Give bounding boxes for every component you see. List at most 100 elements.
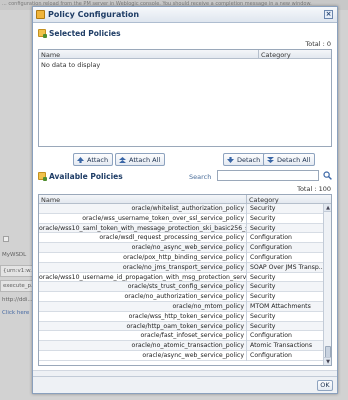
table-row[interactable]: oracle/no_mtom_policy MTOM Attachments <box>39 301 323 312</box>
policy-icon <box>36 10 45 19</box>
selected-policies-table[interactable]: Name Category No data to display <box>38 49 332 147</box>
policy-category-cell: Security <box>250 205 276 212</box>
up-arrow-icon <box>77 157 84 163</box>
cell-divider <box>246 321 247 332</box>
cell-divider <box>246 282 247 293</box>
selected-empty-text: No data to display <box>41 61 101 69</box>
cell-divider <box>246 233 247 244</box>
cell-divider <box>246 350 247 361</box>
policy-name-cell: oracle/wss_http_token_service_policy <box>128 312 244 320</box>
policy-name-cell: oracle/sts_trust_config_service_policy <box>127 283 244 291</box>
column-divider[interactable] <box>258 50 259 59</box>
selected-col-name[interactable]: Name <box>41 51 60 59</box>
cell-divider <box>246 243 247 254</box>
dialog-title: Policy Configuration <box>48 10 140 19</box>
attach-all-button[interactable]: Attach All <box>115 153 166 166</box>
policy-category-cell: Security <box>250 214 276 222</box>
dialog-titlebar[interactable]: Policy Configuration × <box>33 7 337 23</box>
attach-label: Attach <box>87 156 109 164</box>
policy-category-cell: Configuration <box>250 351 292 359</box>
down-arrow-icon <box>227 157 234 163</box>
table-row[interactable]: oracle/no_async_web_service_policy Config… <box>39 243 323 254</box>
table-row[interactable]: oracle/pox_http_binding_service_policy Co… <box>39 252 323 263</box>
policy-category-cell: SOAP Over JMS Transp... <box>250 263 323 271</box>
policy-category-cell: MTOM Attachments <box>250 302 311 310</box>
policy-category-cell: Configuration <box>250 253 292 261</box>
selected-policies-title: Selected Policies <box>49 29 121 38</box>
policy-name-cell: oracle/wss10_saml_token_with_message_pro… <box>39 224 246 232</box>
available-col-category[interactable]: Category <box>249 196 279 204</box>
cell-divider <box>246 213 247 224</box>
policy-category-cell: Security <box>250 283 276 291</box>
table-row[interactable]: oracle/no_authorization_service_policy Se… <box>39 292 323 303</box>
policy-category-cell: Configuration <box>250 234 292 242</box>
table-row[interactable]: oracle/no_atomic_transaction_policy Atomi… <box>39 341 323 352</box>
cell-divider <box>246 204 247 214</box>
attach-all-label: Attach All <box>129 156 161 164</box>
policy-list-icon <box>38 29 47 38</box>
detach-label: Detach <box>237 156 261 164</box>
policy-name-cell: oracle/no_mtom_policy <box>172 302 244 310</box>
policy-name-cell: oracle/pox_http_binding_service_policy <box>123 253 244 261</box>
cell-divider <box>246 262 247 273</box>
search-input[interactable] <box>217 170 319 181</box>
double-up-arrow-icon <box>119 157 126 163</box>
policy-name-cell: oracle/no_async_web_service_policy <box>131 244 244 252</box>
policy-list-icon <box>38 172 47 181</box>
policy-category-cell: Configuration <box>250 244 292 252</box>
cell-divider <box>246 292 247 303</box>
policy-name-cell: oracle/wss10_username_id_propagation_wit… <box>39 273 246 281</box>
policy-name-cell: oracle/async_web_service_policy <box>142 351 244 359</box>
available-table-header: Name Category <box>39 195 331 204</box>
policy-name-cell: oracle/no_atomic_transaction_policy <box>131 342 244 350</box>
policy-category-cell: Security <box>250 322 276 330</box>
available-col-name[interactable]: Name <box>41 196 60 204</box>
policy-category-cell: Atomic Transactions <box>250 342 313 350</box>
dialog-footer: OK <box>33 376 337 393</box>
search-label: Search <box>189 173 212 181</box>
detach-button[interactable]: Detach <box>223 153 266 166</box>
column-divider[interactable] <box>246 195 247 204</box>
policy-configuration-dialog: Policy Configuration × Selected Policies… <box>32 6 338 394</box>
available-policies-table[interactable]: Name Category oracle/whitelist_authoriza… <box>38 194 332 366</box>
cell-divider <box>246 301 247 312</box>
table-row[interactable]: oracle/wsdl_request_processing_service_p… <box>39 233 323 244</box>
cell-divider <box>246 311 247 322</box>
attach-detach-bar: Attach Attach All Detach Detach All <box>33 153 339 167</box>
table-row[interactable]: oracle/http_oam_token_service_policy Secu… <box>39 321 323 332</box>
table-row[interactable]: oracle/async_web_service_policy Configura… <box>39 350 323 361</box>
policy-category-cell: Security <box>250 312 276 320</box>
table-row[interactable]: oracle/wss_username_token_over_ssl_servi… <box>39 213 323 224</box>
selected-table-header: Name Category <box>39 50 331 59</box>
cell-divider <box>246 341 247 352</box>
policy-name-cell: oracle/wss_username_token_over_ssl_servi… <box>82 214 244 222</box>
magnifier-icon[interactable] <box>323 171 332 180</box>
policy-name-cell: oracle/fast_infoset_service_policy <box>140 332 244 340</box>
scroll-down-icon[interactable]: ▼ <box>324 357 331 365</box>
attach-button[interactable]: Attach <box>73 153 114 166</box>
close-icon[interactable]: × <box>324 10 333 19</box>
table-row[interactable]: oracle/whitelist_authorization_policy Sec… <box>39 204 323 214</box>
cell-divider <box>246 331 247 342</box>
cell-divider <box>246 223 247 234</box>
vertical-scrollbar[interactable]: ▲ ▼ <box>323 204 331 365</box>
table-row[interactable]: oracle/wss_http_token_service_policy Secu… <box>39 311 323 322</box>
detach-all-button[interactable]: Detach All <box>263 153 316 166</box>
scroll-up-icon[interactable]: ▲ <box>324 204 331 212</box>
policy-category-cell: Security <box>250 273 276 281</box>
ok-button[interactable]: OK <box>317 380 333 391</box>
policy-name-cell: oracle/no_jms_transport_service_policy <box>122 263 244 271</box>
cell-divider <box>246 272 247 283</box>
selected-col-category[interactable]: Category <box>261 51 291 59</box>
available-policies-title: Available Policies <box>49 172 123 181</box>
selected-total: Total : 0 <box>305 40 331 48</box>
cell-divider <box>246 252 247 263</box>
table-row[interactable]: oracle/wss10_saml_token_with_message_pro… <box>39 223 323 234</box>
table-row[interactable]: oracle/fast_infoset_service_policy Config… <box>39 331 323 342</box>
table-row[interactable]: oracle/no_jms_transport_service_policy SO… <box>39 262 323 273</box>
policy-category-cell: Security <box>250 224 276 232</box>
detach-all-label: Detach All <box>277 156 311 164</box>
table-row[interactable]: oracle/sts_trust_config_service_policy Se… <box>39 282 323 293</box>
table-row[interactable]: oracle/wss10_username_id_propagation_wit… <box>39 272 323 283</box>
available-rows: oracle/whitelist_authorization_policy Sec… <box>39 204 323 365</box>
